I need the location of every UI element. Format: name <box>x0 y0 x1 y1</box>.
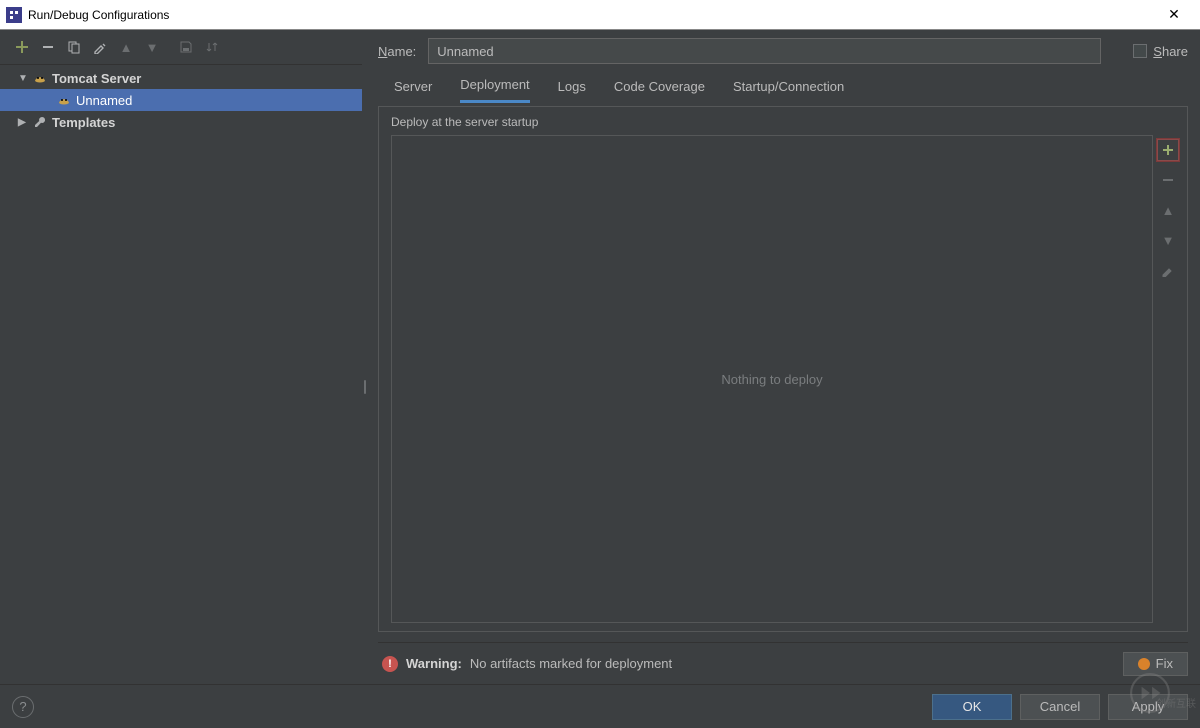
title-bar: Run/Debug Configurations ✕ <box>0 0 1200 30</box>
deploy-placeholder: Nothing to deploy <box>721 372 822 387</box>
remove-config-button[interactable] <box>36 35 60 59</box>
copy-config-button[interactable] <box>62 35 86 59</box>
config-tree: ▼ Tomcat Server Unnamed ▶ <box>0 64 362 684</box>
save-config-button[interactable] <box>174 35 198 59</box>
deploy-down-button[interactable]: ▼ <box>1157 229 1179 251</box>
apply-button[interactable]: Apply <box>1108 694 1188 720</box>
tomcat-icon <box>56 92 72 108</box>
name-label: Name: <box>378 44 416 59</box>
deploy-toolbar: ▲ ▼ <box>1155 135 1181 623</box>
tab-server[interactable]: Server <box>394 79 432 102</box>
move-up-button[interactable]: ▲ <box>114 35 138 59</box>
deploy-up-button[interactable]: ▲ <box>1157 199 1179 221</box>
move-down-button[interactable]: ▼ <box>140 35 164 59</box>
share-checkbox[interactable] <box>1133 44 1147 58</box>
edit-defaults-button[interactable] <box>88 35 112 59</box>
deploy-remove-button[interactable] <box>1157 169 1179 191</box>
deploy-add-button[interactable] <box>1157 139 1179 161</box>
close-button[interactable]: ✕ <box>1154 6 1194 23</box>
ok-button[interactable]: OK <box>932 694 1012 720</box>
warning-bar: ! Warning: No artifacts marked for deplo… <box>378 642 1188 684</box>
tab-code-coverage[interactable]: Code Coverage <box>614 79 705 102</box>
tree-group-templates[interactable]: ▶ Templates <box>0 111 362 133</box>
cancel-button[interactable]: Cancel <box>1020 694 1100 720</box>
warning-label: Warning: <box>406 656 462 671</box>
deploy-heading: Deploy at the server startup <box>391 115 1181 129</box>
window-title: Run/Debug Configurations <box>28 8 1154 22</box>
tomcat-icon <box>32 70 48 86</box>
deploy-edit-button[interactable] <box>1157 259 1179 281</box>
help-button[interactable]: ? <box>12 696 34 718</box>
splitter[interactable] <box>362 30 368 684</box>
fix-button[interactable]: Fix <box>1123 652 1188 676</box>
deployment-pane: Deploy at the server startup Nothing to … <box>378 106 1188 632</box>
dialog-button-bar: ? OK Cancel Apply <box>0 684 1200 728</box>
sort-button[interactable] <box>200 35 224 59</box>
deploy-list[interactable]: Nothing to deploy <box>391 135 1153 623</box>
tree-item-unnamed[interactable]: Unnamed <box>0 89 362 111</box>
tab-bar: Server Deployment Logs Code Coverage Sta… <box>378 72 1188 102</box>
tree-group-label: Tomcat Server <box>52 71 141 86</box>
tree-item-label: Unnamed <box>76 93 132 108</box>
bulb-icon <box>1138 658 1150 670</box>
tab-deployment[interactable]: Deployment <box>460 77 529 103</box>
warning-icon: ! <box>382 656 398 672</box>
expand-icon: ▶ <box>18 117 32 128</box>
share-label: Share <box>1153 44 1188 59</box>
tree-group-label: Templates <box>52 115 115 130</box>
warning-message: No artifacts marked for deployment <box>470 656 672 671</box>
tab-logs[interactable]: Logs <box>558 79 586 102</box>
name-input[interactable] <box>428 38 1101 64</box>
config-toolbar: ▲ ▼ <box>0 30 362 64</box>
fix-label: Fix <box>1156 656 1173 671</box>
expand-icon: ▼ <box>18 73 32 84</box>
add-config-button[interactable] <box>10 35 34 59</box>
wrench-icon <box>32 114 48 130</box>
tree-group-tomcat[interactable]: ▼ Tomcat Server <box>0 67 362 89</box>
app-icon <box>6 7 22 23</box>
tab-startup-connection[interactable]: Startup/Connection <box>733 79 844 102</box>
